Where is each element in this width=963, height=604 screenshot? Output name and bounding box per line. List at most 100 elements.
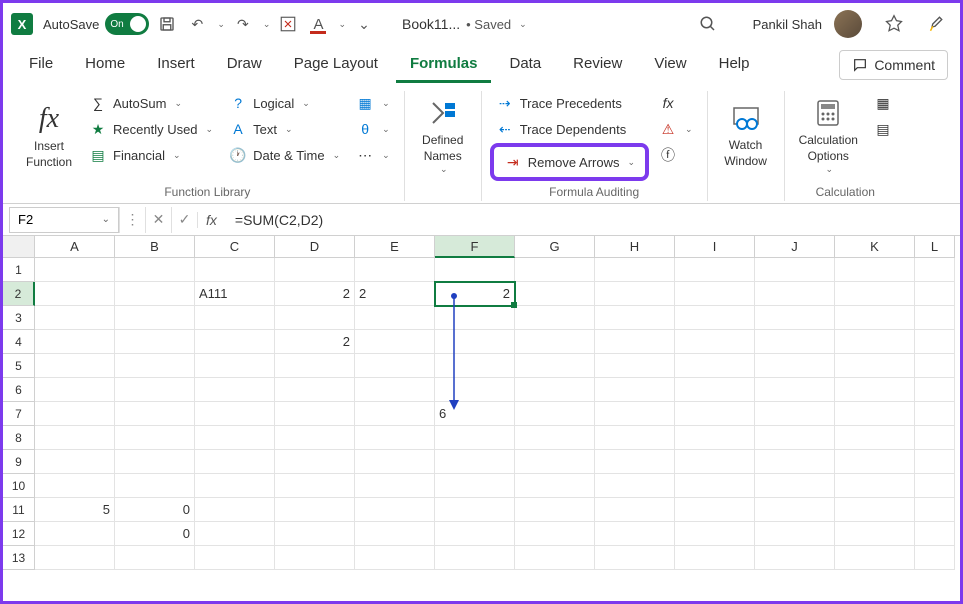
cell-i7[interactable] <box>675 402 755 426</box>
cell-b13[interactable] <box>115 546 195 570</box>
cell-g7[interactable] <box>515 402 595 426</box>
cell-g2[interactable] <box>515 282 595 306</box>
cell-h3[interactable] <box>595 306 675 330</box>
cell-l3[interactable] <box>915 306 955 330</box>
cell-j2[interactable] <box>755 282 835 306</box>
cell-l9[interactable] <box>915 450 955 474</box>
cell-i11[interactable] <box>675 498 755 522</box>
cell-a10[interactable] <box>35 474 115 498</box>
cell-f2[interactable]: 2 <box>435 282 515 306</box>
autosave-toggle[interactable]: On <box>105 13 149 35</box>
cell-g8[interactable] <box>515 426 595 450</box>
calc-sheet-button[interactable]: ▤ <box>868 117 898 141</box>
cell-j13[interactable] <box>755 546 835 570</box>
cell-h4[interactable] <box>595 330 675 354</box>
cell-c10[interactable] <box>195 474 275 498</box>
lookup-reference-button[interactable]: ▦⌄ <box>350 91 396 115</box>
grid-body[interactable]: 12A11122234256768910115012013 <box>3 258 960 570</box>
cell-j3[interactable] <box>755 306 835 330</box>
cell-h12[interactable] <box>595 522 675 546</box>
cell-h6[interactable] <box>595 378 675 402</box>
row-header[interactable]: 13 <box>3 546 35 570</box>
cell-k5[interactable] <box>835 354 915 378</box>
cell-e13[interactable] <box>355 546 435 570</box>
premium-icon[interactable] <box>884 14 904 34</box>
insert-function-button[interactable]: fx Insert Function <box>19 91 79 181</box>
cell-l7[interactable] <box>915 402 955 426</box>
cell-j1[interactable] <box>755 258 835 282</box>
cell-f1[interactable] <box>435 258 515 282</box>
show-formulas-button[interactable]: fx <box>653 91 699 115</box>
recently-used-button[interactable]: ★Recently Used⌄ <box>83 117 219 141</box>
cell-c1[interactable] <box>195 258 275 282</box>
cell-g5[interactable] <box>515 354 595 378</box>
cell-h10[interactable] <box>595 474 675 498</box>
cell-f6[interactable] <box>435 378 515 402</box>
tab-help[interactable]: Help <box>705 47 764 83</box>
cell-d6[interactable] <box>275 378 355 402</box>
cell-c11[interactable] <box>195 498 275 522</box>
cell-c9[interactable] <box>195 450 275 474</box>
cell-i6[interactable] <box>675 378 755 402</box>
cell-j7[interactable] <box>755 402 835 426</box>
more-functions-button[interactable]: ⋯⌄ <box>350 143 396 167</box>
watch-window-button[interactable]: Watch Window <box>716 91 776 181</box>
cell-j9[interactable] <box>755 450 835 474</box>
cell-j5[interactable] <box>755 354 835 378</box>
tab-insert[interactable]: Insert <box>143 47 209 83</box>
cell-g4[interactable] <box>515 330 595 354</box>
cell-j8[interactable] <box>755 426 835 450</box>
cell-h5[interactable] <box>595 354 675 378</box>
row-header[interactable]: 9 <box>3 450 35 474</box>
cell-l12[interactable] <box>915 522 955 546</box>
cell-b9[interactable] <box>115 450 195 474</box>
cell-h9[interactable] <box>595 450 675 474</box>
cell-f13[interactable] <box>435 546 515 570</box>
cell-e6[interactable] <box>355 378 435 402</box>
cell-d10[interactable] <box>275 474 355 498</box>
cell-g12[interactable] <box>515 522 595 546</box>
col-header-g[interactable]: G <box>515 236 595 258</box>
cell-c8[interactable] <box>195 426 275 450</box>
cell-b1[interactable] <box>115 258 195 282</box>
cell-b12[interactable]: 0 <box>115 522 195 546</box>
cell-e11[interactable] <box>355 498 435 522</box>
save-icon[interactable] <box>155 12 179 36</box>
cell-h11[interactable] <box>595 498 675 522</box>
cell-i5[interactable] <box>675 354 755 378</box>
tab-view[interactable]: View <box>640 47 700 83</box>
cell-f12[interactable] <box>435 522 515 546</box>
cell-a1[interactable] <box>35 258 115 282</box>
cell-g11[interactable] <box>515 498 595 522</box>
tab-data[interactable]: Data <box>495 47 555 83</box>
cell-e3[interactable] <box>355 306 435 330</box>
fx-icon[interactable]: fx <box>197 212 225 228</box>
cell-c7[interactable] <box>195 402 275 426</box>
cell-f4[interactable] <box>435 330 515 354</box>
undo-icon[interactable]: ↶ <box>185 12 209 36</box>
cell-d7[interactable] <box>275 402 355 426</box>
cell-k3[interactable] <box>835 306 915 330</box>
row-header[interactable]: 3 <box>3 306 35 330</box>
row-header[interactable]: 5 <box>3 354 35 378</box>
cell-g6[interactable] <box>515 378 595 402</box>
cell-h13[interactable] <box>595 546 675 570</box>
row-header[interactable]: 11 <box>3 498 35 522</box>
cell-k8[interactable] <box>835 426 915 450</box>
text-button[interactable]: AText⌄ <box>223 117 346 141</box>
cell-k6[interactable] <box>835 378 915 402</box>
cell-l4[interactable] <box>915 330 955 354</box>
row-header[interactable]: 2 <box>3 282 35 306</box>
cell-a9[interactable] <box>35 450 115 474</box>
redo-icon[interactable]: ↷ <box>231 12 255 36</box>
remove-arrows-button[interactable]: ⇥Remove Arrows⌄ <box>498 149 641 175</box>
formula-menu-icon[interactable]: ⋮ <box>119 207 145 233</box>
cell-b6[interactable] <box>115 378 195 402</box>
cell-l6[interactable] <box>915 378 955 402</box>
cell-a6[interactable] <box>35 378 115 402</box>
cell-k13[interactable] <box>835 546 915 570</box>
name-box[interactable]: F2 ⌄ <box>9 207 119 233</box>
cell-i12[interactable] <box>675 522 755 546</box>
cell-g10[interactable] <box>515 474 595 498</box>
cell-h2[interactable] <box>595 282 675 306</box>
